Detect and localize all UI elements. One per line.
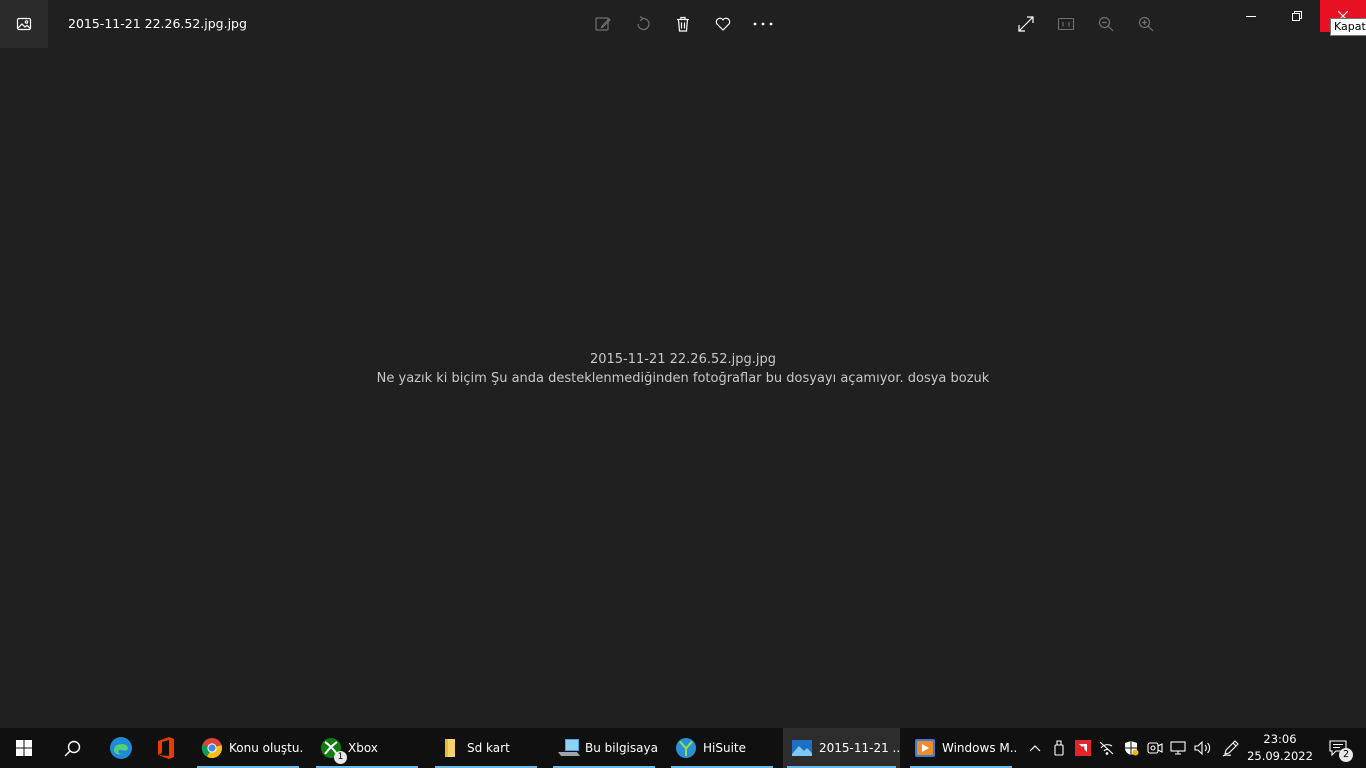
notification-center-button[interactable]: 2: [1318, 728, 1358, 768]
favorite-icon: [715, 17, 731, 31]
taskbar-item-windows-media[interactable]: Windows M...: [906, 728, 1016, 768]
taskbar-item-chrome[interactable]: Konu oluştu...: [193, 728, 303, 768]
photos-app-window: 2015-11-21 22.26.52.jpg.jpg Kapat 2015-1…: [0, 0, 1366, 728]
actual-size-button[interactable]: [1050, 8, 1082, 40]
search-button[interactable]: [48, 728, 96, 768]
media-player-icon: [914, 737, 936, 759]
delete-icon: [677, 16, 689, 32]
pen-workspace-icon: [1222, 740, 1239, 757]
clock-date: 25.09.2022: [1247, 749, 1313, 763]
delete-button[interactable]: [667, 8, 699, 40]
amd-icon: [1075, 740, 1091, 756]
xbox-badge: 1: [334, 751, 347, 764]
usb-device-icon: [1054, 740, 1064, 756]
actual-size-icon: [1057, 17, 1075, 31]
taskbar-item-sd-kart[interactable]: Sd kart: [431, 728, 541, 768]
rotate-icon: [637, 16, 650, 31]
taskbar-item-label: Windows M...: [942, 741, 1016, 755]
start-button[interactable]: [0, 728, 48, 768]
edit-icon: [595, 17, 611, 31]
edge-button[interactable]: [97, 728, 145, 768]
rotate-button[interactable]: [627, 8, 659, 40]
volume-icon: [1194, 741, 1211, 755]
folder-icon: [439, 737, 461, 759]
zoom-in-button[interactable]: [1130, 8, 1162, 40]
taskbar-item-label: Konu oluştu...: [229, 741, 303, 755]
chevron-up-icon: [1029, 745, 1041, 752]
error-filename: 2015-11-21 22.26.52.jpg.jpg: [589, 352, 777, 367]
camera-icon: [1147, 742, 1163, 754]
zoom-in-icon: [1138, 16, 1154, 32]
search-icon: [64, 740, 80, 756]
taskbar-item-label: Sd kart: [467, 741, 510, 755]
clock-time: 23:06: [1263, 732, 1297, 746]
tray-volume-button[interactable]: [1191, 728, 1215, 768]
restore-button[interactable]: [1274, 0, 1320, 32]
taskbar-item-xbox[interactable]: 1 Xbox: [312, 728, 422, 768]
restore-icon: [1292, 11, 1302, 21]
photos-app-icon: [16, 17, 32, 31]
more-icon: [753, 22, 773, 26]
error-message: Ne yazık ki biçim Şu anda desteklenmediğ…: [376, 371, 990, 386]
taskbar-item-hisuite[interactable]: HiSuite: [667, 728, 777, 768]
window-title: 2015-11-21 22.26.52.jpg.jpg: [68, 16, 247, 31]
tray-amd-button[interactable]: [1071, 728, 1095, 768]
windows-security-icon: [1125, 741, 1139, 756]
taskbar-item-label: 2015-11-21 ...: [819, 741, 900, 755]
taskbar-item-label: Bu bilgisayar: [585, 741, 659, 755]
fullscreen-button[interactable]: [1010, 8, 1042, 40]
minimize-icon: [1246, 16, 1256, 17]
title-bar: 2015-11-21 22.26.52.jpg.jpg Kapat: [0, 0, 1366, 48]
app-menu-button[interactable]: [0, 0, 48, 48]
minimize-button[interactable]: [1228, 0, 1274, 32]
tray-meet-button[interactable]: [1143, 728, 1167, 768]
tray-pen-button[interactable]: [1219, 728, 1243, 768]
fullscreen-icon: [1018, 16, 1034, 32]
office-button[interactable]: [142, 728, 190, 768]
tray-usb-button[interactable]: [1047, 728, 1071, 768]
zoom-out-icon: [1098, 16, 1114, 32]
tray-network-status-button[interactable]: [1167, 728, 1191, 768]
chrome-icon: [201, 737, 223, 759]
show-hidden-icons-button[interactable]: [1023, 728, 1047, 768]
office-icon: [158, 737, 174, 759]
notification-count-badge: 2: [1339, 748, 1353, 762]
taskbar-item-bu-bilgisayar[interactable]: Bu bilgisayar: [549, 728, 659, 768]
tray-network-button[interactable]: [1095, 728, 1119, 768]
more-options-button[interactable]: [747, 8, 779, 40]
windows-icon: [16, 740, 32, 756]
computer-icon: [557, 737, 580, 759]
hisuite-icon: [675, 737, 697, 759]
network-off-icon: [1099, 741, 1114, 755]
edge-icon: [110, 737, 132, 759]
favorite-button[interactable]: [707, 8, 739, 40]
xbox-icon: 1: [320, 737, 347, 764]
system-clock[interactable]: 23:06 25.09.2022: [1247, 728, 1313, 768]
zoom-out-button[interactable]: [1090, 8, 1122, 40]
taskbar-item-label: HiSuite: [703, 741, 747, 755]
taskbar-item-photos[interactable]: 2015-11-21 ...: [783, 728, 900, 768]
edit-button[interactable]: [587, 8, 619, 40]
photos-icon: [791, 737, 813, 759]
close-tooltip: Kapat: [1330, 18, 1366, 36]
taskbar-item-label: Xbox: [348, 741, 378, 755]
tray-security-button[interactable]: [1119, 728, 1143, 768]
ethernet-icon: [1170, 741, 1186, 755]
taskbar: Konu oluştu... 1 Xbox Sd kart Bu bilgisa…: [0, 728, 1366, 768]
